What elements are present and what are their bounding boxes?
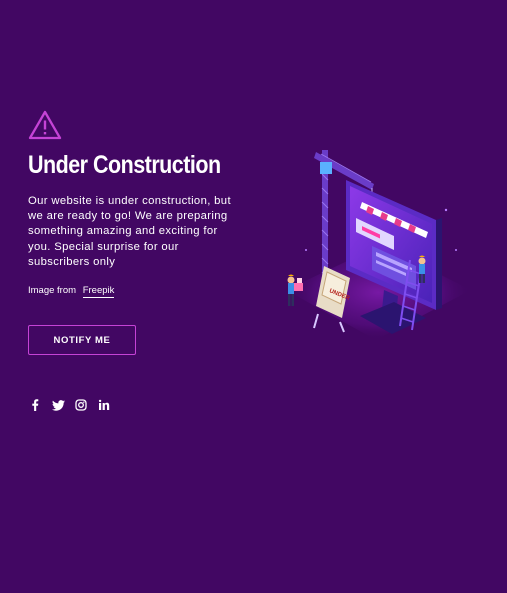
twitter-icon[interactable] xyxy=(51,398,65,412)
construction-illustration: UNDER xyxy=(286,150,471,340)
page-title: Under Construction xyxy=(28,151,221,179)
hero-content: Under Construction Our website is under … xyxy=(28,110,238,299)
freepik-link[interactable]: Freepik xyxy=(82,285,115,299)
description-text: Our website is under construction, but w… xyxy=(28,195,231,268)
credit-prefix: Image from xyxy=(28,285,77,297)
image-credit: Image from Freepik xyxy=(28,284,238,299)
worker-with-box xyxy=(287,274,303,306)
social-links xyxy=(28,398,111,412)
linkedin-icon[interactable] xyxy=(97,398,111,412)
facebook-icon[interactable] xyxy=(28,398,42,412)
instagram-icon[interactable] xyxy=(74,398,88,412)
warning-triangle-icon xyxy=(28,110,62,140)
notify-me-button[interactable]: NOTIFY ME xyxy=(28,325,136,355)
